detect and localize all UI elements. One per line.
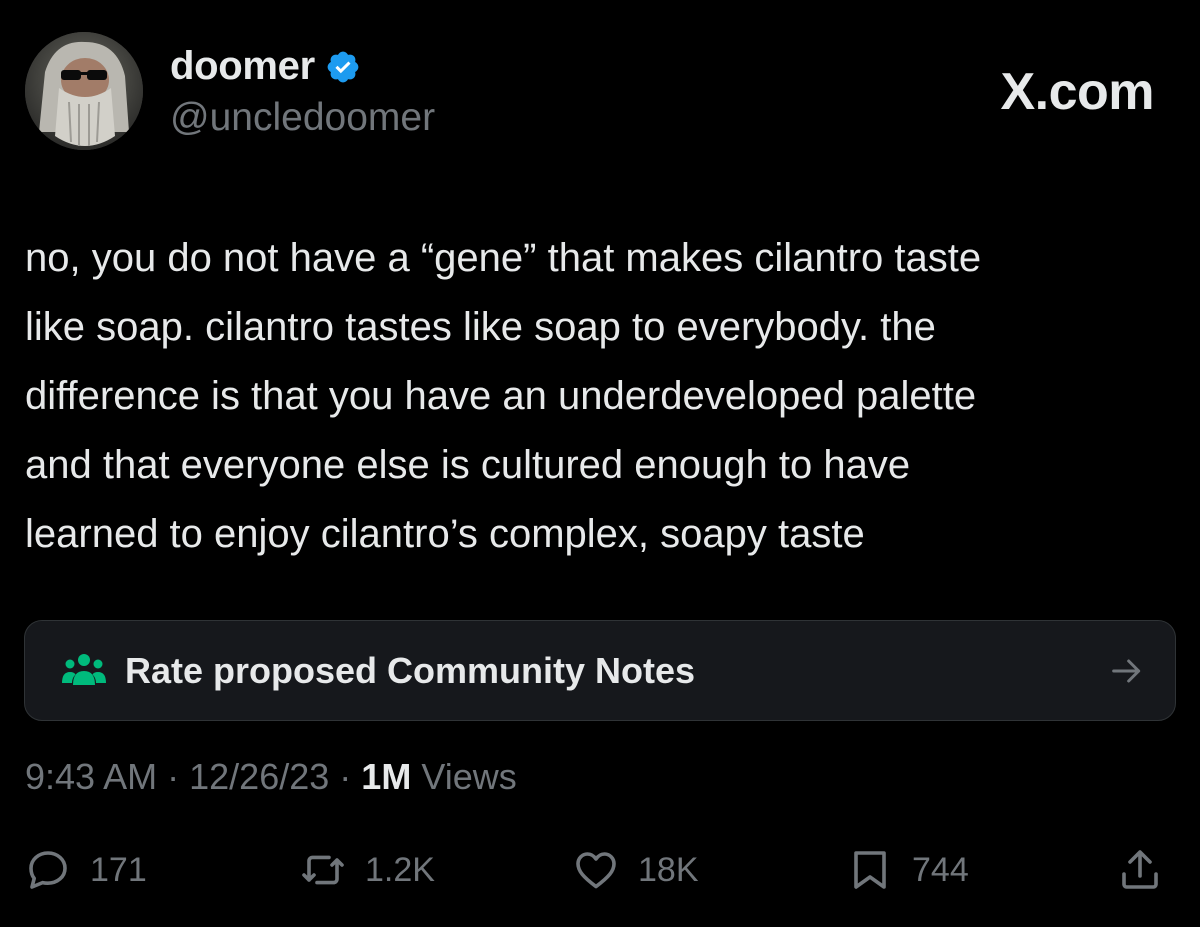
tweet-time[interactable]: 9:43 AM xyxy=(25,756,157,797)
display-name[interactable]: doomer xyxy=(170,44,315,89)
avatar-photo xyxy=(25,32,143,150)
views-count: 1M xyxy=(361,756,412,797)
brand-watermark: X.com xyxy=(1000,63,1154,121)
author-name-row: doomer xyxy=(170,44,361,89)
repost-count: 1.2K xyxy=(365,850,435,889)
reply-button[interactable]: 171 xyxy=(24,840,147,900)
like-button[interactable]: 18K xyxy=(572,840,699,900)
bookmark-count: 744 xyxy=(912,850,969,889)
meta-separator: · xyxy=(167,756,180,797)
bookmark-icon xyxy=(854,851,886,889)
tweet-line: no, you do not have a “gene” that makes … xyxy=(25,236,982,280)
meta-separator: · xyxy=(339,756,352,797)
reply-count: 171 xyxy=(90,850,147,889)
share-button[interactable] xyxy=(1116,840,1164,900)
tweet-line: learned to enjoy cilantro’s complex, soa… xyxy=(25,512,865,556)
share-icon xyxy=(1122,850,1158,889)
verified-badge-icon xyxy=(327,51,359,82)
tweet-meta: 9:43 AM · 12/26/23 · 1M Views xyxy=(25,756,517,798)
tweet-line: difference is that you have an underdeve… xyxy=(25,374,977,418)
repost-button[interactable]: 1.2K xyxy=(299,840,435,900)
like-count: 18K xyxy=(638,850,699,889)
tweet-date[interactable]: 12/26/23 xyxy=(189,756,329,797)
arrow-right-icon xyxy=(1112,659,1141,682)
action-bar: 171 1.2K 18K 744 xyxy=(24,840,1176,900)
views-label: Views xyxy=(421,756,517,797)
repost-icon xyxy=(302,855,344,885)
community-notes-button[interactable]: Rate proposed Community Notes xyxy=(24,620,1176,721)
avatar[interactable] xyxy=(25,32,143,150)
reply-icon xyxy=(29,851,67,889)
tweet-text: no, you do not have a “gene” that makes … xyxy=(25,224,1175,569)
tweet-line: like soap. cilantro tastes like soap to … xyxy=(25,305,936,349)
tweet-line: and that everyone else is cultured enoug… xyxy=(25,443,911,487)
bookmark-button[interactable]: 744 xyxy=(846,840,969,900)
handle[interactable]: @uncledoomer xyxy=(170,96,435,140)
community-notes-label: Rate proposed Community Notes xyxy=(125,649,696,691)
people-group-icon xyxy=(62,653,106,685)
heart-icon xyxy=(576,852,616,889)
